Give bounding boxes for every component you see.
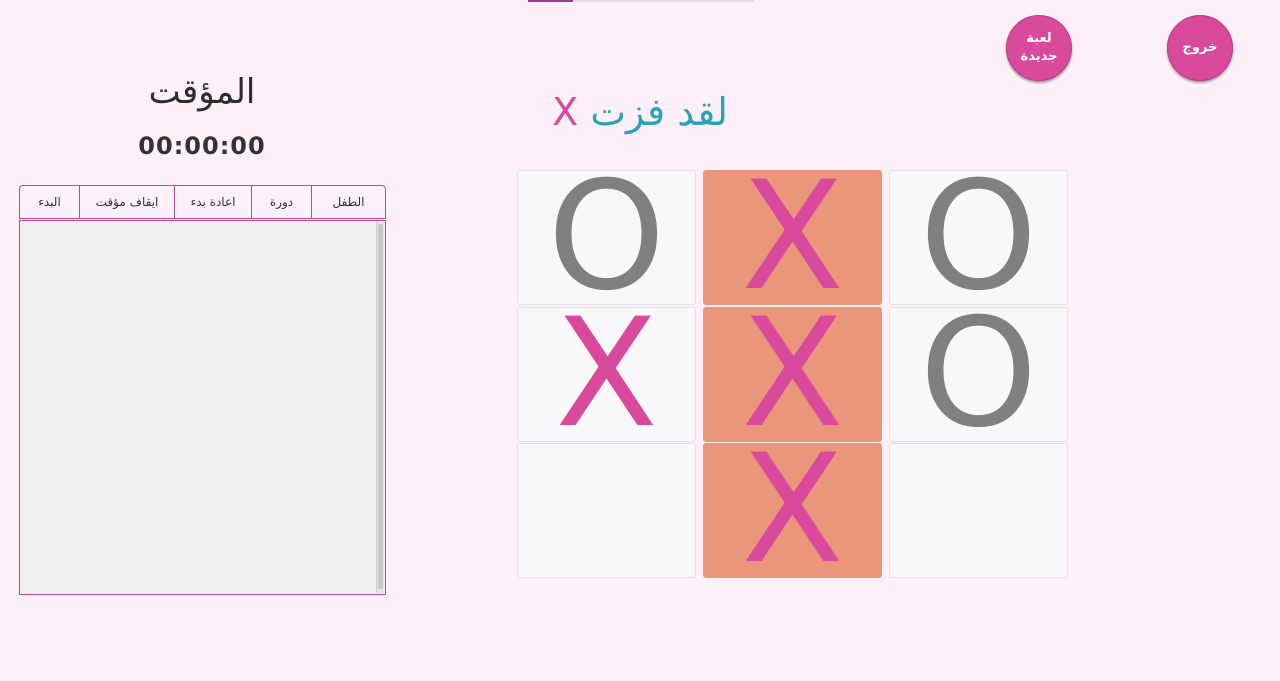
board-cell[interactable]: X (703, 443, 882, 578)
board-cell[interactable] (889, 443, 1068, 578)
log-scrollbar-thumb[interactable] (378, 224, 383, 589)
log-panel (19, 220, 386, 595)
cell-mark: X (555, 307, 658, 442)
exit-button[interactable]: خروج (1167, 15, 1233, 81)
tab-pause-timer[interactable]: ايقاف مؤقت (79, 185, 174, 219)
top-progress-bar (528, 0, 754, 2)
win-message-player: X (552, 90, 579, 134)
log-scrollbar[interactable] (376, 222, 384, 593)
board-cell[interactable]: X (517, 307, 696, 442)
board-cell[interactable]: O (889, 170, 1068, 305)
tab-round[interactable]: دورة (251, 185, 311, 219)
tab-start[interactable]: البدء (19, 185, 79, 219)
cell-mark: X (741, 307, 844, 442)
new-game-button[interactable]: لعبة جديدة (1006, 15, 1072, 81)
cell-mark: X (741, 443, 844, 578)
timer-value: 00:00:00 (138, 132, 266, 160)
top-progress-fill (528, 0, 574, 2)
board-cell[interactable]: O (517, 170, 696, 305)
win-message: لقد فزت X (540, 90, 740, 134)
cell-mark: O (919, 170, 1038, 305)
cell-mark: O (547, 170, 666, 305)
game-board: O X O X X O X (517, 170, 1069, 580)
board-cell[interactable]: X (703, 170, 882, 305)
cell-mark: O (919, 307, 1038, 442)
board-cell[interactable]: O (889, 307, 1068, 442)
cell-mark: X (741, 170, 844, 305)
win-message-text: لقد فزت (590, 90, 728, 134)
game-page: خروج لعبة جديدة المؤقت 00:00:00 الطفل دو… (0, 0, 1280, 681)
tab-restart[interactable]: اعادة بدء (174, 185, 251, 219)
timer-title: المؤقت (148, 72, 256, 112)
board-cell[interactable] (517, 443, 696, 578)
timer-tabs: الطفل دورة اعادة بدء ايقاف مؤقت البدء (19, 185, 386, 219)
tab-child[interactable]: الطفل (311, 185, 386, 219)
board-cell[interactable]: X (703, 307, 882, 442)
